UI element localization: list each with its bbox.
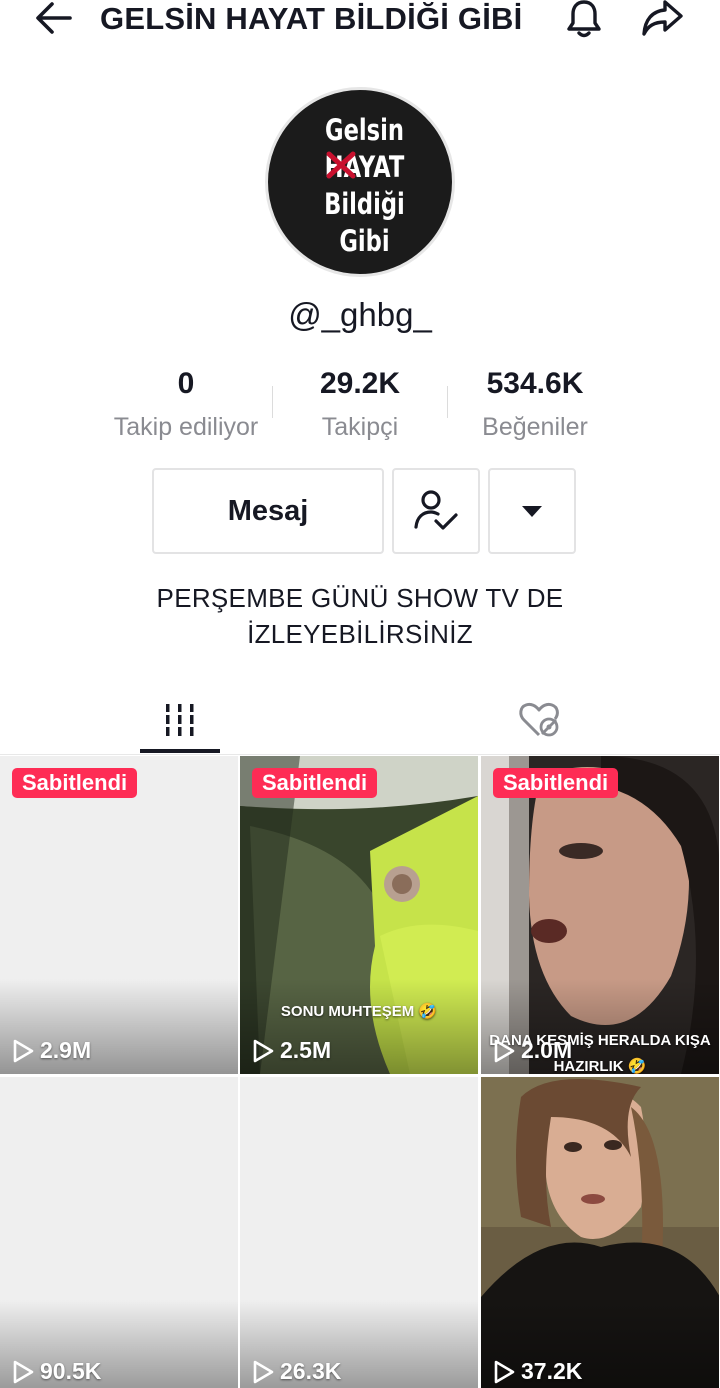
pinned-badge: Sabitlendi bbox=[493, 768, 619, 798]
grid-icon bbox=[164, 704, 196, 736]
stat-followers-label: Takipçi bbox=[321, 413, 399, 441]
video-tile[interactable]: SONU MUHTEŞEM 🤣 Sabitlendi 2.5M bbox=[240, 756, 478, 1074]
stat-likes-value: 534.6K bbox=[486, 367, 584, 400]
avatar-line-2: HAYAT bbox=[324, 150, 405, 184]
message-button[interactable]: Mesaj bbox=[152, 468, 384, 554]
private-heart-icon bbox=[519, 702, 559, 737]
view-count: 90.5K bbox=[12, 1358, 101, 1385]
tab-liked[interactable] bbox=[500, 688, 580, 752]
following-button[interactable] bbox=[392, 468, 480, 554]
video-tile[interactable]: 26.3K bbox=[240, 1077, 478, 1388]
avatar-logo-text: Gelsin HAYAT Bildiği Gibi bbox=[306, 112, 423, 260]
view-count: 2.5M bbox=[252, 1037, 331, 1064]
stat-following[interactable]: 0 Takip ediliyor bbox=[86, 366, 286, 442]
video-tile[interactable]: 37.2K bbox=[481, 1077, 719, 1388]
share-button[interactable] bbox=[640, 0, 684, 40]
stat-followers[interactable]: 29.2K Takipçi bbox=[260, 366, 460, 442]
profile-bio: PERŞEMBE GÜNÜ SHOW TV DE İZLEYEBİLİRSİNİ… bbox=[0, 580, 720, 652]
stat-likes[interactable]: 534.6K Beğeniler bbox=[435, 366, 635, 442]
tab-videos[interactable] bbox=[140, 688, 220, 752]
avatar-line-4: Gibi bbox=[339, 224, 390, 258]
video-tile[interactable]: Sabitlendi 2.9M bbox=[0, 756, 238, 1074]
view-count-text: 90.5K bbox=[40, 1358, 102, 1384]
username: @_ghbg_ bbox=[288, 296, 432, 333]
view-count-text: 2.9M bbox=[40, 1037, 92, 1063]
back-button[interactable] bbox=[32, 0, 76, 40]
stat-followers-value: 29.2K bbox=[319, 367, 401, 400]
share-icon bbox=[642, 0, 683, 36]
view-count-text: 2.5M bbox=[280, 1037, 332, 1063]
top-bar: GELSİN HAYAT BİLDİĞİ GİBİ bbox=[0, 0, 720, 40]
avatar-line-3: Bildiği bbox=[324, 187, 405, 221]
stat-following-label: Takip ediliyor bbox=[113, 413, 259, 441]
bio-line-1: PERŞEMBE GÜNÜ SHOW TV DE bbox=[156, 583, 564, 613]
view-count: 37.2K bbox=[493, 1358, 582, 1385]
more-options-button[interactable] bbox=[488, 468, 576, 554]
view-count-text: 37.2K bbox=[521, 1358, 583, 1384]
play-icon bbox=[253, 1039, 274, 1062]
play-icon bbox=[494, 1360, 515, 1383]
bio-line-2: İZLEYEBİLİRSİNİZ bbox=[247, 619, 473, 649]
message-button-label: Mesaj bbox=[227, 494, 309, 527]
video-caption: SONU MUHTEŞEM 🤣 bbox=[280, 1003, 438, 1020]
pinned-badge: Sabitlendi bbox=[252, 768, 378, 798]
video-tile[interactable]: DANA KESMİŞ HERALDA KIŞA HAZIRLIK 🤣 Sabi… bbox=[481, 756, 719, 1074]
bell-icon bbox=[567, 0, 601, 38]
user-check-icon bbox=[414, 490, 458, 530]
tabs-divider bbox=[0, 754, 720, 755]
play-icon bbox=[494, 1039, 515, 1062]
view-count-text: 2.0M bbox=[521, 1037, 573, 1063]
play-icon bbox=[13, 1360, 34, 1383]
view-count: 2.0M bbox=[493, 1037, 572, 1064]
avatar[interactable]: Gelsin HAYAT Bildiği Gibi bbox=[265, 87, 455, 277]
notifications-button[interactable] bbox=[562, 0, 606, 40]
caret-down-icon bbox=[522, 506, 542, 517]
logo-strike-mark bbox=[326, 151, 356, 179]
view-count: 2.9M bbox=[12, 1037, 91, 1064]
stat-likes-label: Beğeniler bbox=[482, 413, 588, 441]
page-title: GELSİN HAYAT BİLDİĞİ GİBİ bbox=[100, 1, 523, 36]
play-icon bbox=[253, 1360, 274, 1383]
view-count-text: 26.3K bbox=[280, 1358, 342, 1384]
back-arrow-icon bbox=[36, 2, 72, 34]
play-icon bbox=[13, 1039, 34, 1062]
pinned-badge: Sabitlendi bbox=[12, 768, 138, 798]
view-count: 26.3K bbox=[252, 1358, 341, 1385]
stat-following-value: 0 bbox=[177, 367, 195, 400]
avatar-line-1: Gelsin bbox=[325, 113, 404, 147]
video-tile[interactable]: 90.5K bbox=[0, 1077, 238, 1388]
active-tab-indicator bbox=[140, 749, 220, 753]
